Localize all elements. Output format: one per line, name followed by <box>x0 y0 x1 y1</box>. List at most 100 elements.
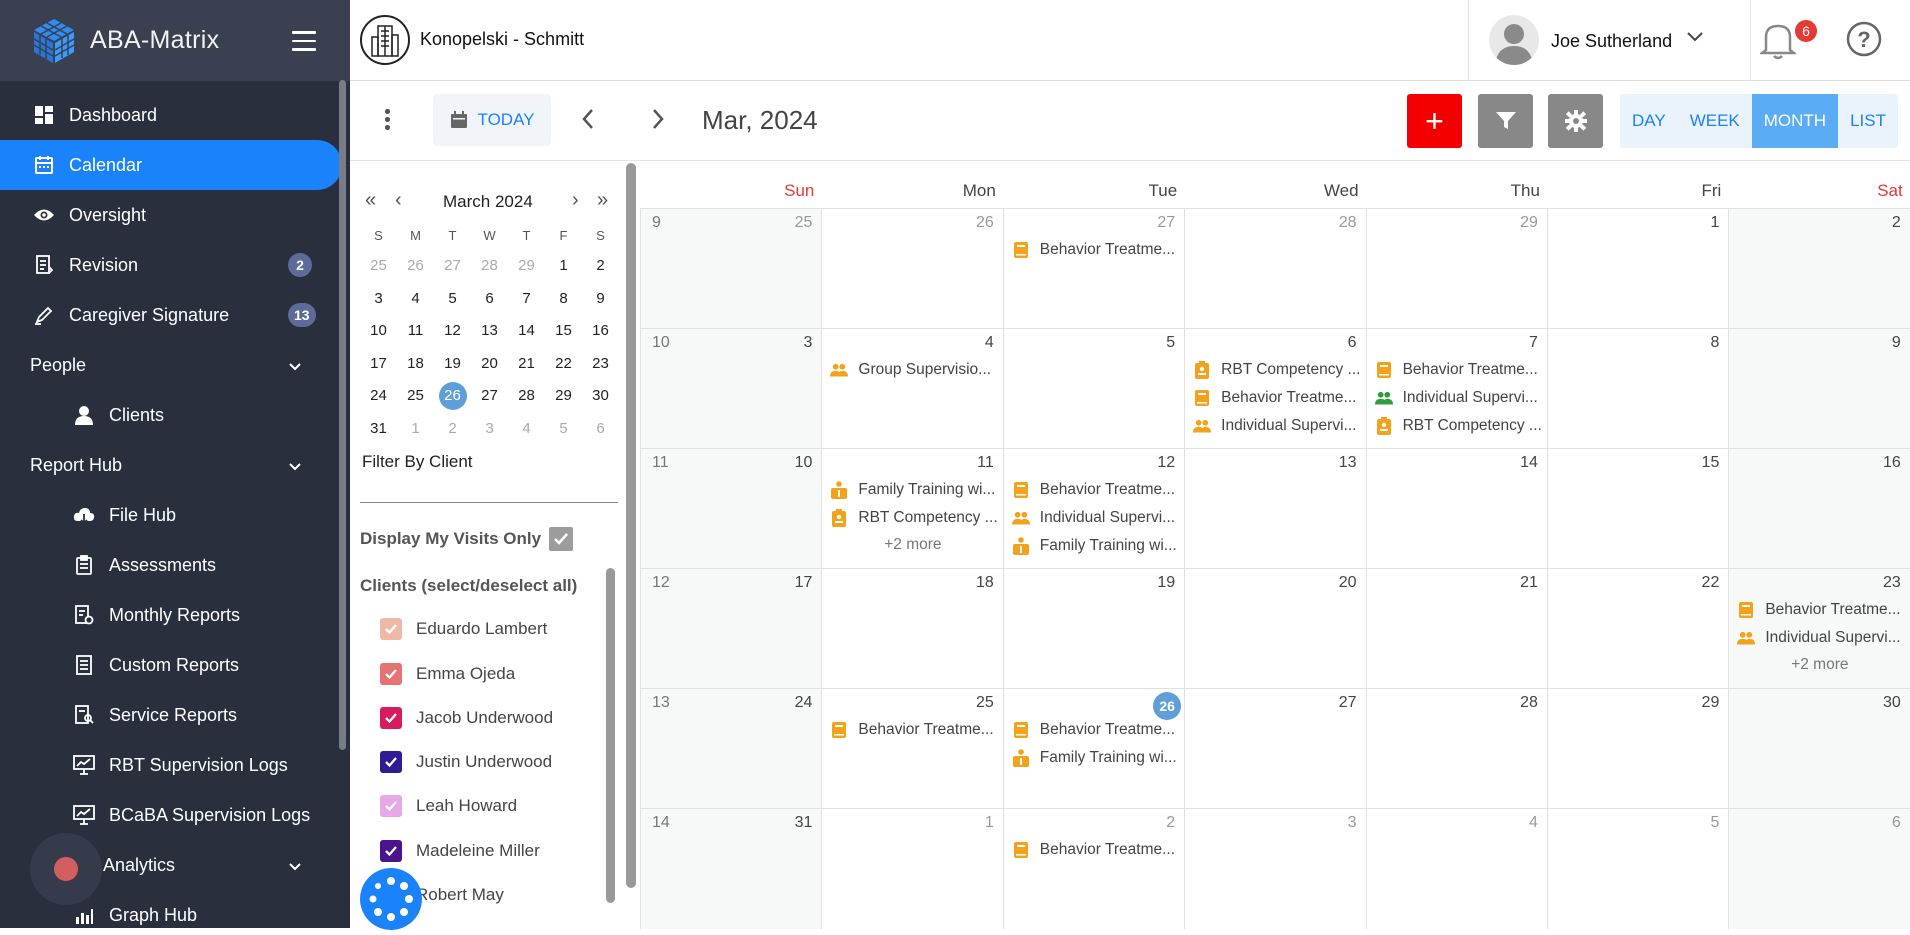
mini-calendar-day[interactable]: 19 <box>434 348 471 381</box>
calendar-day-cell[interactable]: 15 <box>1546 449 1729 569</box>
mini-calendar-day[interactable]: 26 <box>434 380 471 413</box>
calendar-day-cell[interactable]: 22 <box>1546 569 1729 689</box>
calendar-day-cell[interactable]: 5 <box>1546 809 1729 929</box>
client-filter-item[interactable]: Justin Underwood <box>380 747 552 777</box>
mini-calendar-day[interactable]: 12 <box>434 315 471 348</box>
mini-calendar-day[interactable]: 3 <box>471 413 508 446</box>
calendar-day-cell[interactable]: 6 <box>1728 809 1910 929</box>
client-filter-item[interactable]: Emma Ojeda <box>380 659 515 689</box>
mini-calendar-day[interactable]: 25 <box>397 380 434 413</box>
calendar-event[interactable]: Behavior Treatme... <box>1012 718 1180 742</box>
calendar-day-cell[interactable]: 11 10 <box>640 449 822 569</box>
view-day-button[interactable]: DAY <box>1620 94 1678 148</box>
calendar-day-cell[interactable]: 18 <box>821 569 1003 689</box>
client-checkbox[interactable] <box>380 618 402 640</box>
client-checkbox[interactable] <box>380 707 402 729</box>
calendar-event[interactable]: Behavior Treatme... <box>1737 598 1905 622</box>
view-week-button[interactable]: WEEK <box>1678 94 1752 148</box>
calendar-day-cell[interactable]: 29 <box>1546 689 1729 809</box>
calendar-day-cell[interactable]: 10 3 <box>640 329 822 449</box>
calendar-event[interactable]: Individual Supervi... <box>1011 506 1180 530</box>
calendar-event[interactable]: Behavior Treatme... <box>1012 478 1180 502</box>
sidebar-item-service-reports[interactable]: Service Reports <box>0 690 340 740</box>
mini-calendar-day[interactable]: 10 <box>360 315 397 348</box>
mini-calendar-day[interactable]: 1 <box>545 250 582 283</box>
organization-name[interactable]: Konopelski - Schmitt <box>420 29 584 50</box>
calendar-event[interactable]: RBT Competency ... <box>830 506 998 530</box>
add-event-button[interactable]: + <box>1407 94 1462 148</box>
calendar-day-cell[interactable]: 8 <box>1546 329 1729 449</box>
mini-calendar-day[interactable]: 2 <box>434 413 471 446</box>
calendar-event[interactable]: Behavior Treatme... <box>1012 838 1180 862</box>
previous-month-icon[interactable]: ‹ <box>395 190 402 210</box>
more-options-icon[interactable] <box>385 109 391 133</box>
clients-select-all[interactable]: Clients (select/deselect all) <box>360 576 577 596</box>
view-list-button[interactable]: LIST <box>1838 94 1898 148</box>
calendar-day-cell[interactable]: 23 Behavior Treatme... Individual Supervi.… <box>1728 569 1910 689</box>
calendar-day-cell[interactable]: 5 <box>1002 329 1185 449</box>
client-list-scrollbar[interactable] <box>606 568 615 903</box>
mini-calendar-day[interactable]: 31 <box>360 413 397 446</box>
mini-calendar-day[interactable]: 11 <box>397 315 434 348</box>
mini-calendar-day[interactable]: 24 <box>360 380 397 413</box>
mini-calendar-day[interactable]: 5 <box>434 283 471 316</box>
sidebar-scrollbar[interactable] <box>339 80 346 750</box>
record-button[interactable] <box>30 833 102 905</box>
mini-calendar-day[interactable]: 6 <box>471 283 508 316</box>
settings-button[interactable] <box>1548 94 1603 148</box>
mini-calendar-day[interactable]: 7 <box>508 283 545 316</box>
calendar-day-cell[interactable]: 25 Behavior Treatme... <box>821 689 1003 809</box>
calendar-event[interactable]: Behavior Treatme... <box>1193 386 1361 410</box>
calendar-day-cell[interactable]: 9 25 <box>640 209 822 329</box>
help-icon[interactable]: ? <box>1845 20 1885 60</box>
calendar-day-cell[interactable]: 20 <box>1184 569 1366 689</box>
mini-calendar-day[interactable]: 8 <box>545 283 582 316</box>
mini-calendar-day[interactable]: 29 <box>545 380 582 413</box>
calendar-day-cell[interactable]: 26 Behavior Treatme... Family Training wi.… <box>1002 689 1185 809</box>
sidebar-item-custom-reports[interactable]: Custom Reports <box>0 640 340 690</box>
calendar-day-cell[interactable]: 16 <box>1728 449 1910 569</box>
more-events-link[interactable]: +2 more <box>1729 656 1910 674</box>
client-checkbox[interactable] <box>380 751 402 773</box>
hamburger-menu-icon[interactable] <box>292 31 316 51</box>
calendar-event[interactable]: Behavior Treatme... <box>830 718 998 742</box>
calendar-event[interactable]: Family Training wi... <box>1012 534 1180 558</box>
user-menu[interactable]: Joe Sutherland <box>1468 0 1751 81</box>
sidebar-item-caregiver-signature[interactable]: Caregiver Signature 13 <box>0 290 340 340</box>
next-month-icon[interactable]: › <box>572 190 579 210</box>
mini-calendar-day[interactable]: 27 <box>434 250 471 283</box>
mini-calendar-day[interactable]: 15 <box>545 315 582 348</box>
calendar-event[interactable]: RBT Competency ... <box>1375 414 1543 438</box>
mini-calendar-day[interactable]: 4 <box>508 413 545 446</box>
calendar-day-cell[interactable]: 1 <box>1546 209 1729 329</box>
client-checkbox[interactable] <box>380 663 402 685</box>
my-visits-checkbox[interactable] <box>549 527 573 551</box>
mini-calendar-day[interactable]: 20 <box>471 348 508 381</box>
client-filter-item[interactable]: Jacob Underwood <box>380 703 553 733</box>
next-year-icon[interactable]: » <box>597 190 608 210</box>
calendar-day-cell[interactable]: 7 Behavior Treatme... Individual Supervi..… <box>1365 329 1547 449</box>
sidebar-item-clients[interactable]: Clients <box>0 390 340 440</box>
mini-calendar-day[interactable]: 9 <box>582 283 619 316</box>
mini-calendar-day[interactable]: 2 <box>582 250 619 283</box>
mini-calendar-day[interactable]: 26 <box>397 250 434 283</box>
client-checkbox[interactable] <box>380 840 402 862</box>
sidebar-section-report-hub[interactable]: Report Hub <box>0 440 340 490</box>
previous-month-button[interactable] <box>580 107 596 136</box>
mini-calendar-day[interactable]: 5 <box>545 413 582 446</box>
calendar-day-cell[interactable]: 13 24 <box>640 689 822 809</box>
calendar-day-cell[interactable]: 13 <box>1184 449 1366 569</box>
calendar-day-cell[interactable]: 26 <box>821 209 1003 329</box>
mini-calendar-day[interactable]: 27 <box>471 380 508 413</box>
client-filter-item[interactable]: Leah Howard <box>380 791 517 821</box>
calendar-day-cell[interactable]: 27 Behavior Treatme... <box>1002 209 1185 329</box>
sidebar-item-dashboard[interactable]: Dashboard <box>0 90 340 140</box>
today-button[interactable]: TODAY <box>433 94 551 146</box>
next-month-button[interactable] <box>650 107 666 136</box>
calendar-event[interactable]: Family Training wi... <box>1012 746 1180 770</box>
calendar-day-cell[interactable]: 9 <box>1728 329 1910 449</box>
calendar-day-cell[interactable]: 14 31 <box>640 809 822 929</box>
view-month-button[interactable]: MONTH <box>1751 94 1839 148</box>
mini-calendar-day[interactable]: 6 <box>582 413 619 446</box>
calendar-event[interactable]: Individual Supervi... <box>1737 626 1905 650</box>
